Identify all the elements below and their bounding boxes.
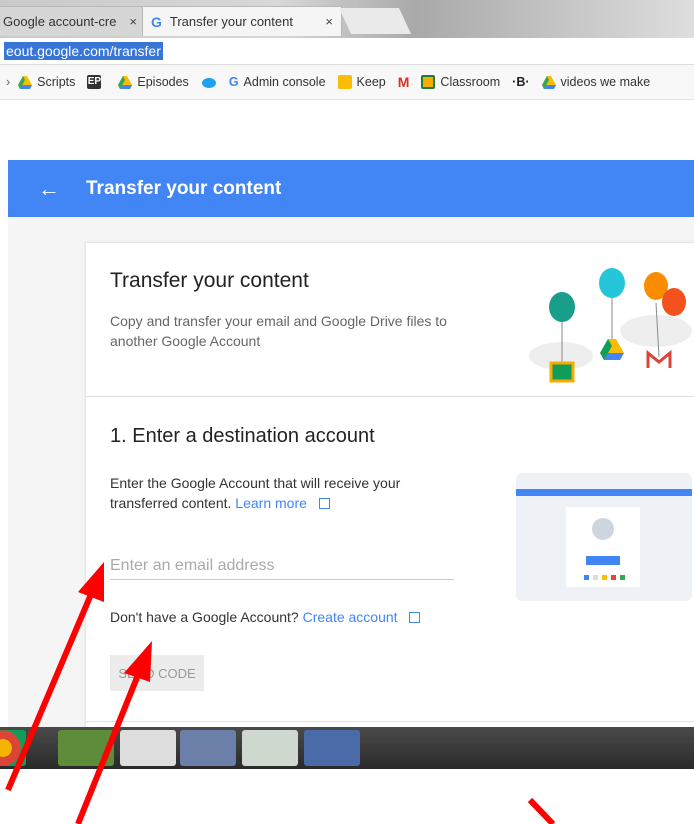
annotation-arrows bbox=[5, 562, 556, 824]
